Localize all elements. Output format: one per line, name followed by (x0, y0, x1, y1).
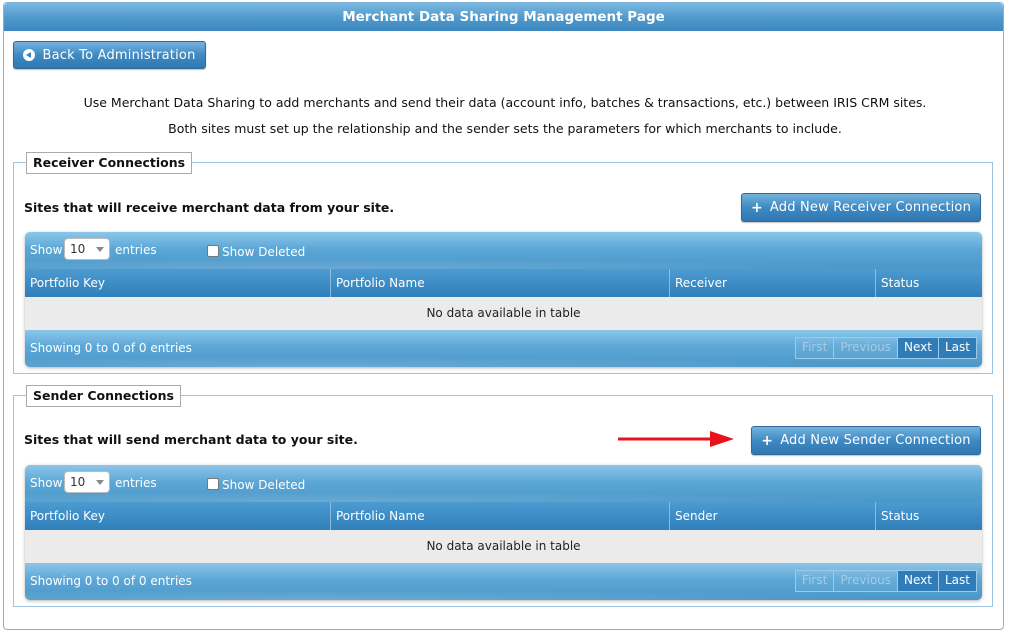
last-page-button[interactable]: Last (939, 338, 976, 358)
show-label: Show (30, 243, 63, 257)
previous-page-button[interactable]: Previous (834, 338, 899, 358)
intro-text-line-2: Both sites must set up the relationship … (168, 121, 842, 136)
next-page-button[interactable]: Next (898, 571, 939, 591)
column-header-sender[interactable]: Sender (670, 502, 876, 530)
first-page-button[interactable]: First (796, 571, 835, 591)
column-header-portfolio-key[interactable]: Portfolio Key (25, 502, 331, 530)
show-label: Show (30, 476, 63, 490)
column-header-status[interactable]: Status (876, 269, 982, 297)
add-sender-label: Add New Sender Connection (780, 433, 971, 448)
chevron-down-icon (96, 247, 104, 252)
arrow-head (710, 431, 734, 447)
plus-icon: + (750, 199, 763, 216)
last-page-button[interactable]: Last (939, 571, 976, 591)
back-to-administration-button[interactable]: Back To Administration (13, 41, 206, 69)
sender-connections-section: Sender Connections Sites that will send … (13, 385, 993, 607)
empty-table-message: No data available in table (25, 530, 982, 563)
column-header-receiver[interactable]: Receiver (670, 269, 876, 297)
sender-table-footer: Showing 0 to 0 of 0 entries First Previo… (25, 563, 982, 600)
page-title: Merchant Data Sharing Management Page (4, 3, 1003, 31)
entries-label: entries (115, 243, 157, 257)
column-header-status[interactable]: Status (876, 502, 982, 530)
receiver-table-header: Portfolio Key Portfolio Name Receiver St… (25, 269, 982, 297)
previous-page-button[interactable]: Previous (834, 571, 899, 591)
column-header-portfolio-name[interactable]: Portfolio Name (331, 502, 670, 530)
receiver-description: Sites that will receive merchant data fr… (24, 200, 395, 215)
receiver-table-toolbar: Show 10 entries Show Deleted (25, 232, 982, 269)
show-deleted-label[interactable]: Show Deleted (222, 478, 305, 492)
show-deleted-label[interactable]: Show Deleted (222, 245, 305, 259)
back-button-label: Back To Administration (42, 47, 196, 63)
page-length-select[interactable]: 10 (64, 238, 110, 260)
receiver-table-footer: Showing 0 to 0 of 0 entries First Previo… (25, 330, 982, 367)
add-new-sender-connection-button[interactable]: + Add New Sender Connection (751, 426, 981, 455)
sender-connections-legend: Sender Connections (26, 385, 181, 407)
circle-arrow-left-icon (23, 49, 36, 61)
first-page-button[interactable]: First (796, 338, 835, 358)
empty-table-message: No data available in table (25, 297, 982, 330)
plus-icon: + (761, 432, 774, 449)
intro-text-line-1: Use Merchant Data Sharing to add merchan… (83, 95, 927, 110)
add-receiver-label: Add New Receiver Connection (769, 200, 972, 215)
page-length-select[interactable]: 10 (64, 471, 110, 493)
pagination: First Previous Next Last (795, 337, 977, 359)
show-deleted-checkbox[interactable] (207, 245, 219, 257)
receiver-connections-section: Receiver Connections Sites that will rec… (13, 152, 993, 374)
sender-table-toolbar: Show 10 entries Show Deleted (25, 465, 982, 502)
page-length-value: 10 (70, 242, 86, 256)
column-header-portfolio-name[interactable]: Portfolio Name (331, 269, 670, 297)
table-info: Showing 0 to 0 of 0 entries (30, 574, 192, 588)
sender-table: Show 10 entries Show Deleted Portfolio K… (25, 465, 982, 600)
receiver-table: Show 10 entries Show Deleted Portfolio K… (25, 232, 982, 367)
next-page-button[interactable]: Next (898, 338, 939, 358)
table-info: Showing 0 to 0 of 0 entries (30, 341, 192, 355)
sender-description: Sites that will send merchant data to yo… (24, 432, 358, 447)
receiver-connections-legend: Receiver Connections (26, 152, 193, 174)
entries-label: entries (115, 476, 157, 490)
red-arrow-right-icon (618, 431, 734, 447)
sender-table-header: Portfolio Key Portfolio Name Sender Stat… (25, 502, 982, 530)
pagination: First Previous Next Last (795, 570, 977, 592)
add-new-receiver-connection-button[interactable]: + Add New Receiver Connection (741, 193, 981, 222)
show-deleted-checkbox[interactable] (207, 478, 219, 490)
column-header-portfolio-key[interactable]: Portfolio Key (25, 269, 331, 297)
chevron-down-icon (96, 480, 104, 485)
page-length-value: 10 (70, 475, 86, 489)
